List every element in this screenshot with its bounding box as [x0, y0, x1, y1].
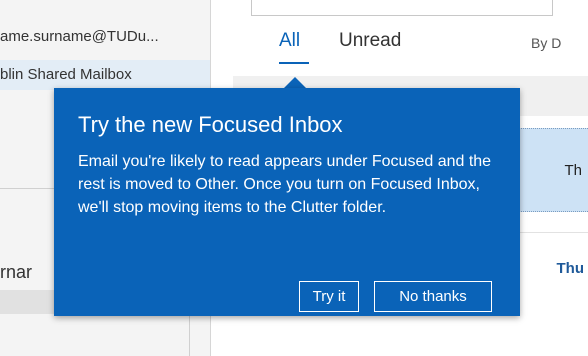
tab-all-underline	[279, 62, 309, 64]
message-row-date: Th	[564, 162, 582, 179]
folder-item-truncated[interactable]: rnar	[0, 258, 60, 286]
callout-title: Try the new Focused Inbox	[78, 112, 343, 137]
try-it-button[interactable]: Try it	[299, 281, 359, 312]
tab-unread[interactable]: Unread	[339, 30, 401, 52]
focused-inbox-callout: Try the new Focused Inbox Email you're l…	[54, 88, 520, 316]
no-thanks-button[interactable]: No thanks	[374, 281, 492, 312]
account-email[interactable]: ame.surname@TUDu...	[0, 22, 210, 52]
search-box[interactable]	[251, 0, 553, 16]
tab-all[interactable]: All	[279, 30, 300, 52]
sort-by-button[interactable]: By D	[531, 35, 561, 51]
shared-mailbox-item[interactable]: blin Shared Mailbox	[0, 60, 210, 90]
message-row-unread-date[interactable]: Thu	[557, 260, 585, 277]
callout-body: Email you're likely to read appears unde…	[78, 153, 492, 216]
